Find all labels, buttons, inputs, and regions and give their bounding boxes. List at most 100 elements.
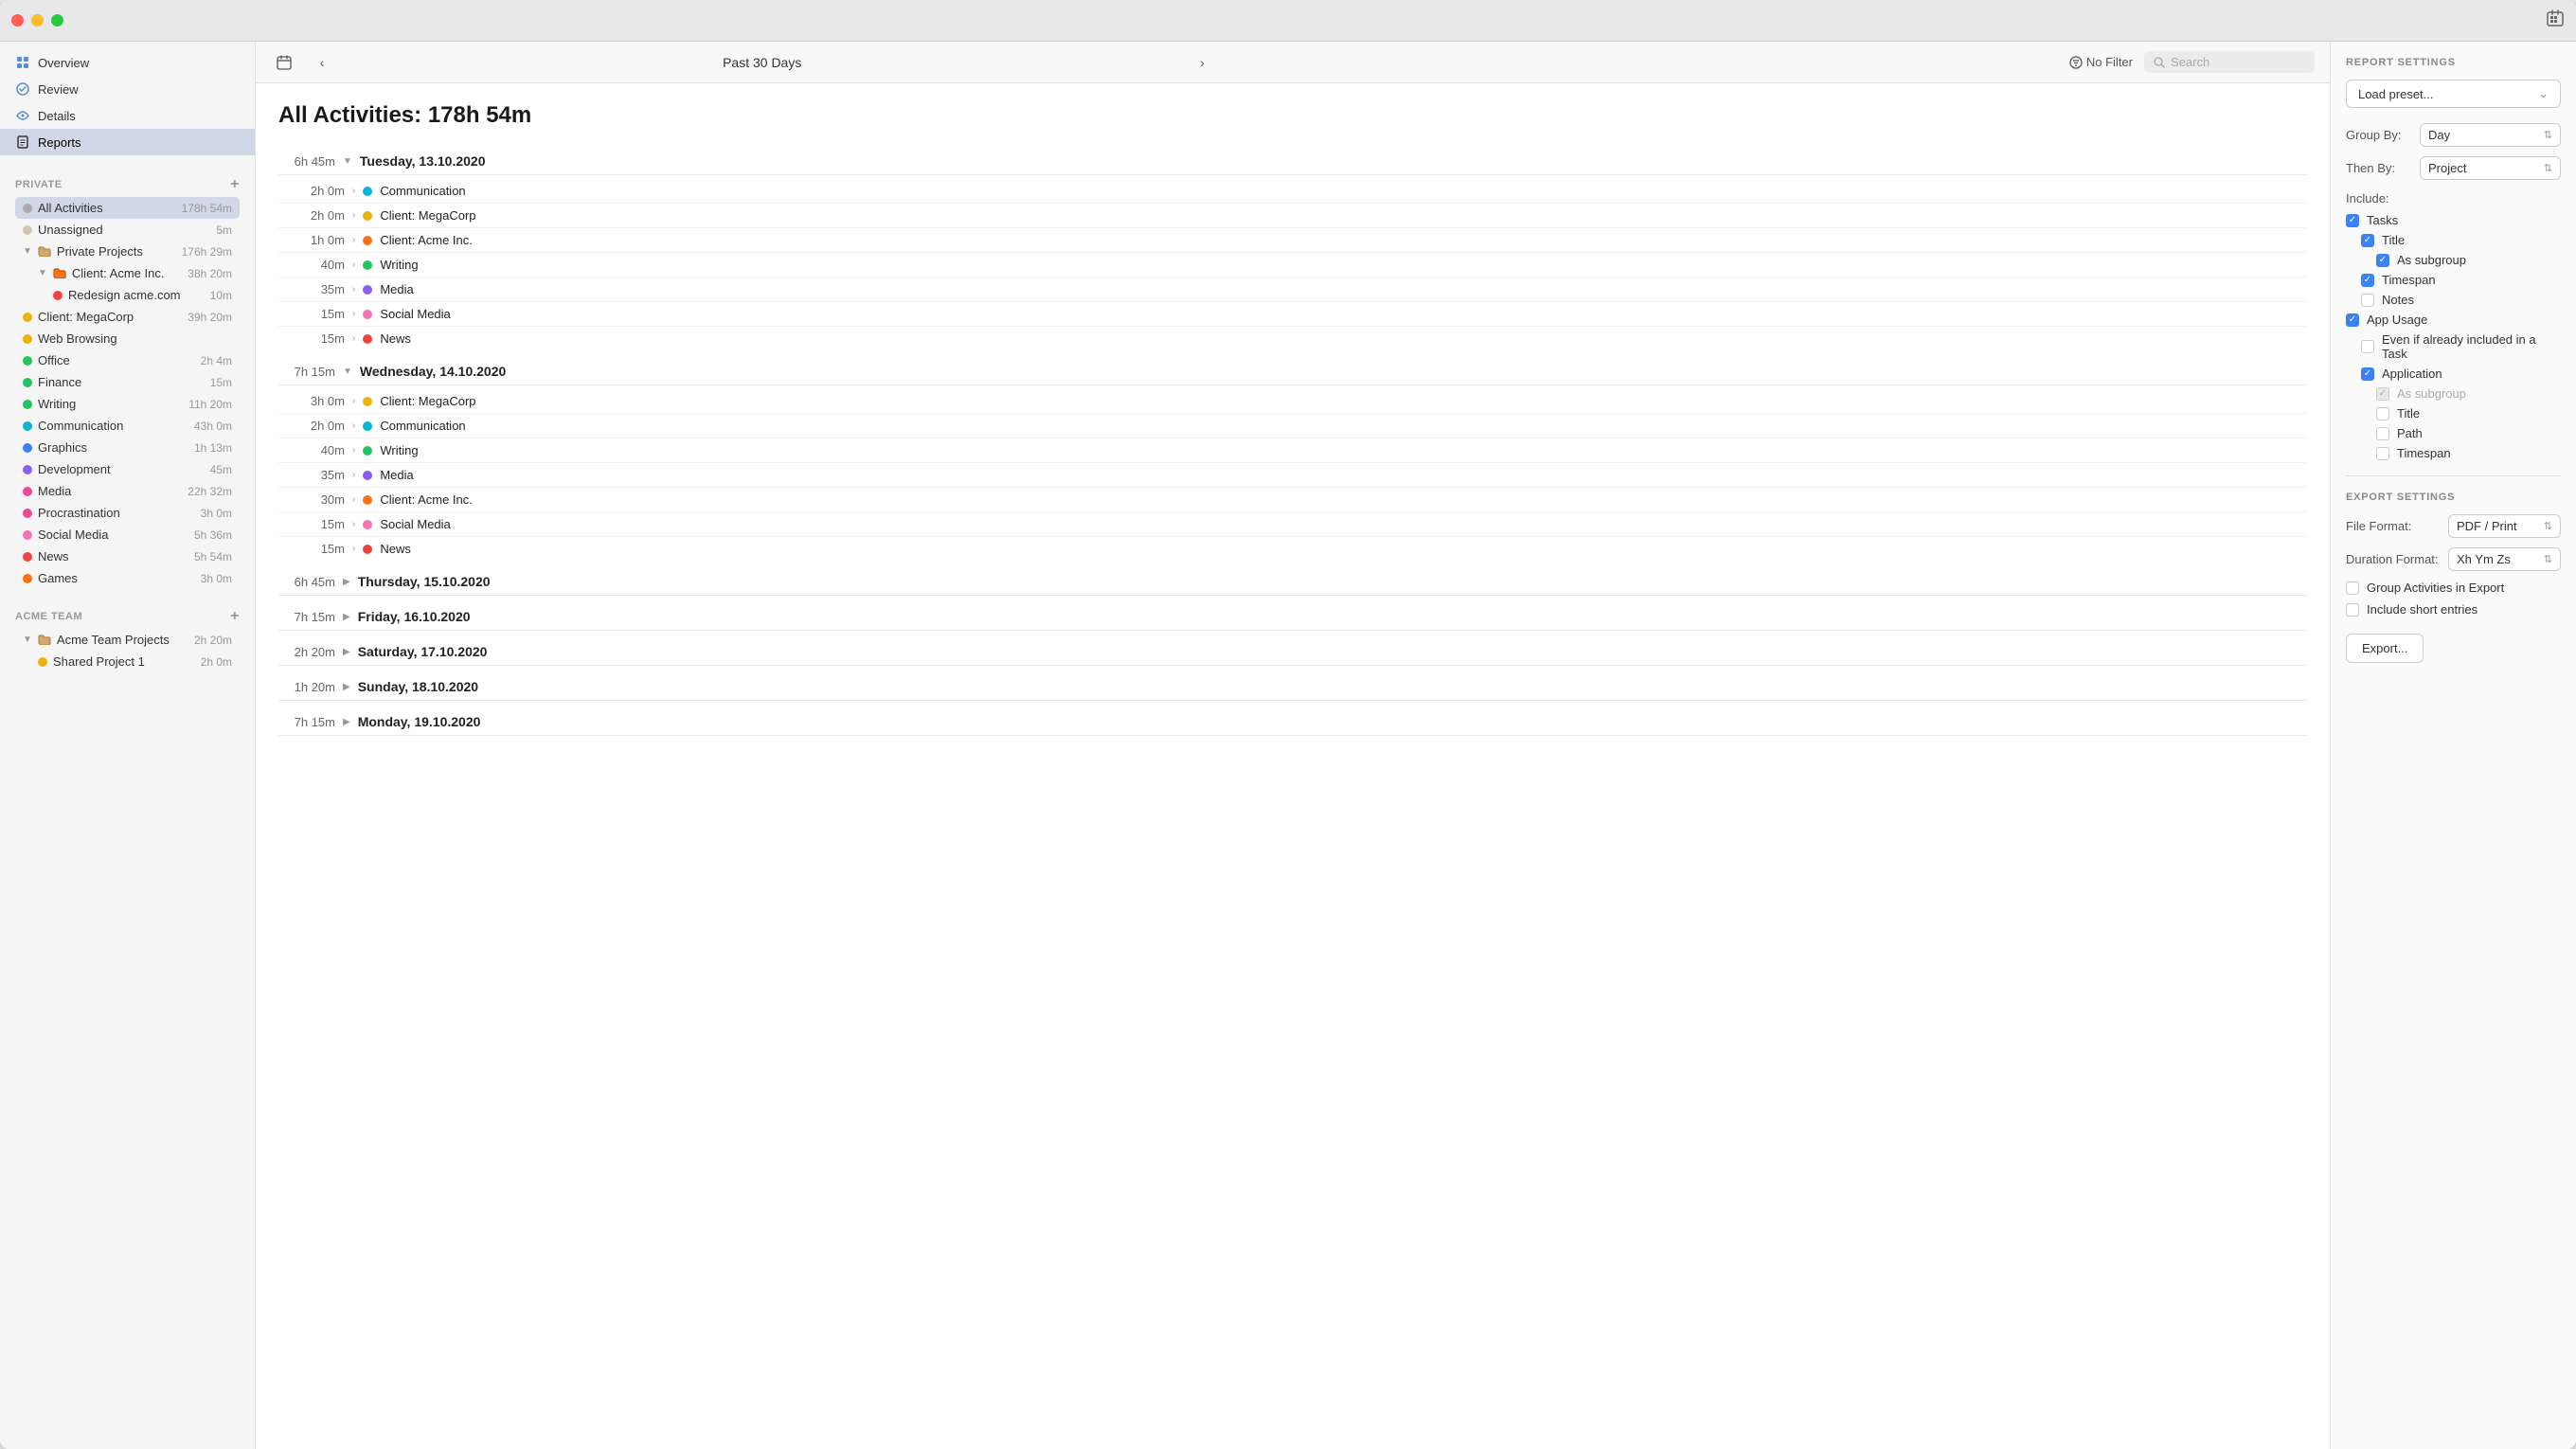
folder-private-projects[interactable]: ▼ Private Projects 176h 29m xyxy=(15,241,240,262)
sidebar-item-communication[interactable]: Communication 43h 0m xyxy=(15,415,240,437)
expand-day-button[interactable]: ▼ xyxy=(343,367,352,377)
expand-day-button[interactable]: ▼ xyxy=(343,156,352,167)
export-button[interactable]: Export... xyxy=(2346,634,2424,663)
expand-activity-button[interactable]: › xyxy=(352,420,355,431)
activity-time: 40m xyxy=(297,258,345,272)
expand-activity-button[interactable]: › xyxy=(352,309,355,319)
web-browsing-dot xyxy=(23,334,32,344)
expand-day-button[interactable]: ▶ xyxy=(343,717,350,727)
add-private-button[interactable]: + xyxy=(230,176,240,193)
group-activities-checkbox[interactable] xyxy=(2346,581,2359,595)
sidebar-item-shared-project-1[interactable]: Shared Project 1 2h 0m xyxy=(30,651,240,672)
app-as-subgroup-checkbox[interactable]: ✓ xyxy=(2376,387,2389,401)
expand-activity-button[interactable]: › xyxy=(352,445,355,456)
app-timespan-checkbox[interactable] xyxy=(2376,447,2389,460)
activity-time: 35m xyxy=(297,468,345,482)
notes-checkbox[interactable] xyxy=(2361,294,2374,307)
sidebar-item-details[interactable]: Details xyxy=(0,102,255,129)
load-preset-button[interactable]: Load preset... ⌄ xyxy=(2346,80,2561,108)
application-checkbox[interactable]: ✓ xyxy=(2361,367,2374,381)
app-usage-checkbox[interactable]: ✓ xyxy=(2346,313,2359,327)
folder-acme-inc[interactable]: ▼ Client: Acme Inc. 38h 20m xyxy=(30,262,240,284)
sidebar-item-megacorp[interactable]: Client: MegaCorp 39h 20m xyxy=(15,306,240,328)
sidebar-item-media[interactable]: Media 22h 32m xyxy=(15,480,240,502)
next-period-button[interactable]: › xyxy=(1189,49,1215,76)
then-by-select[interactable]: Project ⇅ xyxy=(2420,156,2561,180)
activity-dot xyxy=(363,397,372,406)
day-time: 7h 15m xyxy=(278,365,335,379)
sidebar-item-review[interactable]: Review xyxy=(0,76,255,102)
tasks-checkbox[interactable]: ✓ xyxy=(2346,214,2359,227)
sidebar-item-reports[interactable]: Reports xyxy=(0,129,255,155)
folder-acme-team-projects[interactable]: ▼ Acme Team Projects 2h 20m xyxy=(15,629,240,651)
search-input[interactable] xyxy=(2171,55,2303,69)
sidebar-item-redesign[interactable]: Redesign acme.com 10m xyxy=(45,284,240,306)
day-header: 6h 45m▼Tuesday, 13.10.2020 xyxy=(278,148,2307,175)
activity-label: Communication xyxy=(380,419,465,433)
sidebar-item-development[interactable]: Development 45m xyxy=(15,458,240,480)
expand-activity-button[interactable]: › xyxy=(352,519,355,529)
report-title: All Activities: 178h 54m xyxy=(278,102,2307,129)
expand-activity-button[interactable]: › xyxy=(352,494,355,505)
filter-button[interactable]: No Filter xyxy=(2069,55,2133,69)
group-by-select[interactable]: Day ⇅ xyxy=(2420,123,2561,147)
sidebar-item-overview[interactable]: Overview xyxy=(0,49,255,76)
sidebar-item-writing[interactable]: Writing 11h 20m xyxy=(15,393,240,415)
expand-day-button[interactable]: ▶ xyxy=(343,647,350,657)
expand-day-button[interactable]: ▶ xyxy=(343,682,350,692)
file-format-select[interactable]: PDF / Print ⇅ xyxy=(2448,514,2561,538)
development-label: Development xyxy=(38,462,205,476)
include-label: Include: xyxy=(2346,191,2561,206)
news-time: 5h 54m xyxy=(194,550,232,564)
sidebar-item-games[interactable]: Games 3h 0m xyxy=(15,567,240,589)
maximize-button[interactable] xyxy=(51,14,63,27)
app-title-label: Title xyxy=(2397,406,2420,420)
activity-dot xyxy=(363,187,372,196)
expand-day-button[interactable]: ▶ xyxy=(343,577,350,587)
minimize-button[interactable] xyxy=(31,14,44,27)
redesign-subsection: Redesign acme.com 10m xyxy=(30,284,240,306)
activity-dot xyxy=(363,446,372,456)
sidebar-item-news[interactable]: News 5h 54m xyxy=(15,546,240,567)
expand-activity-button[interactable]: › xyxy=(352,210,355,221)
expand-activity-button[interactable]: › xyxy=(352,544,355,554)
expand-activity-button[interactable]: › xyxy=(352,396,355,406)
folder-icon xyxy=(38,246,51,257)
as-subgroup-checkbox[interactable]: ✓ xyxy=(2376,254,2389,267)
sidebar-item-procrastination[interactable]: Procrastination 3h 0m xyxy=(15,502,240,524)
calendar-view-button[interactable] xyxy=(271,49,297,76)
load-preset-label: Load preset... xyxy=(2358,87,2434,101)
sidebar-item-unassigned[interactable]: Unassigned 5m xyxy=(15,219,240,241)
expand-activity-button[interactable]: › xyxy=(352,284,355,295)
group-activities-row: Group Activities in Export xyxy=(2346,581,2561,595)
activity-label: Client: Acme Inc. xyxy=(380,233,473,247)
include-short-checkbox[interactable] xyxy=(2346,603,2359,617)
prev-period-button[interactable]: ‹ xyxy=(309,49,335,76)
even-if-checkbox[interactable] xyxy=(2361,340,2374,353)
unassigned-dot xyxy=(23,225,32,235)
timespan-checkbox[interactable]: ✓ xyxy=(2361,274,2374,287)
duration-format-select[interactable]: Xh Ym Zs ⇅ xyxy=(2448,547,2561,571)
expand-activity-button[interactable]: › xyxy=(352,186,355,196)
expand-activity-button[interactable]: › xyxy=(352,333,355,344)
search-bar[interactable] xyxy=(2144,51,2315,73)
expand-activity-button[interactable]: › xyxy=(352,259,355,270)
sidebar-item-web-browsing[interactable]: Web Browsing xyxy=(15,328,240,349)
expand-activity-button[interactable]: › xyxy=(352,235,355,245)
chevron-down-icon: ▼ xyxy=(23,635,32,645)
group-by-value: Day xyxy=(2428,128,2450,142)
app-title-checkbox[interactable] xyxy=(2376,407,2389,420)
app-path-checkbox[interactable] xyxy=(2376,427,2389,440)
sidebar-item-social-media[interactable]: Social Media 5h 36m xyxy=(15,524,240,546)
title-checkbox[interactable]: ✓ xyxy=(2361,234,2374,247)
chevron-down-icon: ▼ xyxy=(23,246,32,257)
add-acme-team-button[interactable]: + xyxy=(230,608,240,625)
day-header: 2h 20m▶Saturday, 17.10.2020 xyxy=(278,638,2307,666)
close-button[interactable] xyxy=(11,14,24,27)
sidebar-item-all-activities[interactable]: All Activities 178h 54m xyxy=(15,197,240,219)
sidebar-item-office[interactable]: Office 2h 4m xyxy=(15,349,240,371)
expand-activity-button[interactable]: › xyxy=(352,470,355,480)
sidebar-item-finance[interactable]: Finance 15m xyxy=(15,371,240,393)
sidebar-item-graphics[interactable]: Graphics 1h 13m xyxy=(15,437,240,458)
expand-day-button[interactable]: ▶ xyxy=(343,612,350,622)
